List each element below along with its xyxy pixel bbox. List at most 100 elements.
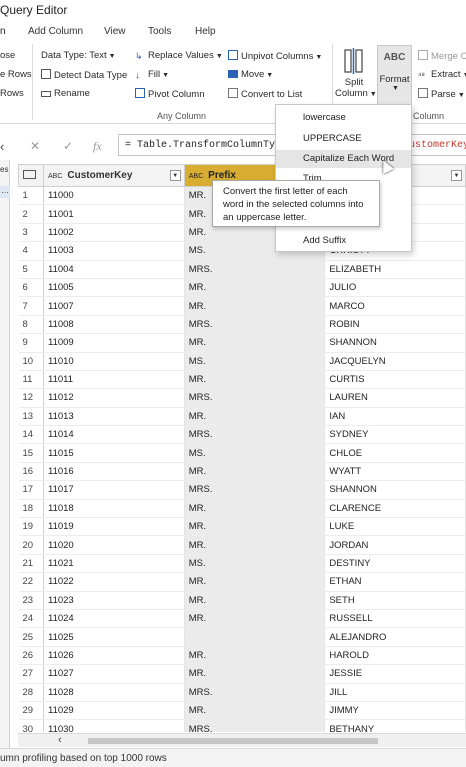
cell-prefix[interactable]: MR. bbox=[184, 609, 326, 629]
ribbon-cut-3[interactable]: Rows bbox=[0, 88, 24, 99]
queries-pane-collapsed[interactable]: es … bbox=[0, 160, 10, 750]
row-number[interactable]: 4 bbox=[18, 241, 44, 261]
cell-customerkey[interactable]: 11029 bbox=[43, 701, 185, 721]
table-row[interactable]: 7 11007 MR. MARCO bbox=[18, 296, 466, 316]
table-row[interactable]: 12 11012 MRS. LAUREN bbox=[18, 388, 466, 408]
cell-customerkey[interactable]: 11019 bbox=[43, 517, 185, 537]
cell-firstname[interactable]: SYDNEY bbox=[324, 425, 466, 445]
ribbon-cut-1[interactable]: ose bbox=[0, 50, 15, 61]
convert-to-list-button[interactable]: Convert to List bbox=[228, 88, 302, 100]
cell-firstname[interactable]: ELIZABETH bbox=[324, 260, 466, 279]
cell-customerkey[interactable]: 11014 bbox=[43, 425, 185, 445]
row-number[interactable]: 29 bbox=[18, 701, 44, 721]
cell-prefix[interactable]: MRS. bbox=[184, 425, 326, 445]
row-number[interactable]: 30 bbox=[18, 719, 44, 732]
tab-transform[interactable]: n bbox=[0, 26, 6, 37]
cell-customerkey[interactable]: 11026 bbox=[43, 646, 185, 666]
row-number[interactable]: 5 bbox=[18, 260, 44, 279]
row-number[interactable]: 12 bbox=[18, 388, 44, 408]
table-row[interactable]: 14 11014 MRS. SYDNEY bbox=[18, 425, 466, 445]
cell-customerkey[interactable]: 11021 bbox=[43, 554, 185, 574]
cell-firstname[interactable]: WYATT bbox=[324, 462, 466, 482]
row-number[interactable]: 10 bbox=[18, 352, 44, 371]
row-number[interactable]: 1 bbox=[18, 186, 44, 206]
table-row[interactable]: 27 11027 MR. JESSIE bbox=[18, 664, 466, 684]
table-row[interactable]: 24 11024 MR. RUSSELL bbox=[18, 609, 466, 629]
cell-firstname[interactable]: JESSIE bbox=[324, 664, 466, 684]
cell-customerkey[interactable]: 11016 bbox=[43, 462, 185, 482]
row-number[interactable]: 18 bbox=[18, 499, 44, 519]
cell-firstname[interactable]: RUSSELL bbox=[324, 609, 466, 629]
scrollbar-thumb[interactable] bbox=[88, 738, 378, 744]
cell-prefix[interactable]: MR. bbox=[184, 701, 326, 721]
row-number[interactable]: 22 bbox=[18, 572, 44, 592]
split-column-button[interactable]: Split Column ▼ bbox=[335, 48, 377, 108]
cell-customerkey[interactable]: 11022 bbox=[43, 572, 185, 592]
cell-firstname[interactable]: CHLOE bbox=[324, 443, 466, 463]
menu-item-uppercase[interactable]: UPPERCASE bbox=[276, 130, 411, 148]
cell-firstname[interactable]: HAROLD bbox=[324, 646, 466, 666]
cell-firstname[interactable]: SHANNON bbox=[324, 480, 466, 500]
cell-customerkey[interactable]: 11001 bbox=[43, 204, 185, 224]
cell-customerkey[interactable]: 11018 bbox=[43, 499, 185, 519]
cell-prefix[interactable] bbox=[184, 627, 326, 647]
menu-item-lowercase[interactable]: lowercase bbox=[276, 109, 411, 127]
cell-firstname[interactable]: LUKE bbox=[324, 517, 466, 537]
cell-firstname[interactable]: BETHANY bbox=[324, 719, 466, 732]
cell-firstname[interactable]: MARCO bbox=[324, 296, 466, 316]
table-row[interactable]: 17 11017 MRS. SHANNON bbox=[18, 480, 466, 500]
row-number[interactable]: 27 bbox=[18, 664, 44, 684]
cell-customerkey[interactable]: 11030 bbox=[43, 719, 185, 732]
filter-dropdown-icon[interactable]: ▼ bbox=[169, 170, 181, 181]
column-header-customerkey[interactable]: ABC CustomerKey ▼ bbox=[42, 164, 185, 187]
table-row[interactable]: 26 11026 MR. HAROLD bbox=[18, 646, 466, 666]
horizontal-scrollbar[interactable]: ‹ bbox=[18, 733, 466, 747]
cell-prefix[interactable]: MR. bbox=[184, 499, 326, 519]
cell-customerkey[interactable]: 11002 bbox=[43, 223, 185, 243]
cell-customerkey[interactable]: 11027 bbox=[43, 664, 185, 684]
table-row[interactable]: 16 11016 MR. WYATT bbox=[18, 462, 466, 482]
menu-item-add-suffix[interactable]: Add Suffix bbox=[276, 232, 411, 250]
cell-prefix[interactable]: MRS. bbox=[184, 480, 326, 500]
table-row[interactable]: 5 11004 MRS. ELIZABETH bbox=[18, 260, 466, 279]
merge-columns-button[interactable]: Merge C bbox=[418, 50, 466, 62]
row-number[interactable]: 21 bbox=[18, 554, 44, 574]
row-number[interactable]: 14 bbox=[18, 425, 44, 445]
move-button[interactable]: Move ▼ bbox=[228, 69, 273, 80]
cell-firstname[interactable]: ROBIN bbox=[324, 315, 466, 335]
table-row[interactable]: 30 11030 MRS. BETHANY bbox=[18, 719, 466, 732]
text-type-icon[interactable]: ABC bbox=[48, 173, 62, 180]
extract-button[interactable]: ⁴⁸ Extract▼ bbox=[418, 69, 466, 81]
row-number[interactable]: 17 bbox=[18, 480, 44, 500]
cell-firstname[interactable]: CLARENCE bbox=[324, 499, 466, 519]
replace-values-button[interactable]: ↳ Replace Values ▼ bbox=[135, 50, 223, 61]
cell-prefix[interactable]: MR. bbox=[184, 646, 326, 666]
cell-firstname[interactable]: IAN bbox=[324, 407, 466, 427]
filter-dropdown-icon[interactable]: ▼ bbox=[451, 170, 462, 181]
cell-firstname[interactable]: JORDAN bbox=[324, 535, 466, 555]
pivot-column-button[interactable]: Pivot Column bbox=[135, 88, 205, 100]
cell-prefix[interactable]: MS. bbox=[184, 554, 326, 574]
row-number[interactable]: 7 bbox=[18, 296, 44, 316]
cell-customerkey[interactable]: 11024 bbox=[43, 609, 185, 629]
cell-customerkey[interactable]: 11003 bbox=[43, 241, 185, 261]
cell-prefix[interactable]: MR. bbox=[184, 333, 326, 353]
row-number[interactable]: 3 bbox=[18, 223, 44, 243]
select-all-corner[interactable] bbox=[18, 164, 44, 187]
row-number[interactable]: 8 bbox=[18, 315, 44, 335]
cell-customerkey[interactable]: 11008 bbox=[43, 315, 185, 335]
tab-help[interactable]: Help bbox=[195, 26, 216, 37]
row-number[interactable]: 2 bbox=[18, 204, 44, 224]
cell-prefix[interactable]: MR. bbox=[184, 664, 326, 684]
tab-tools[interactable]: Tools bbox=[148, 26, 171, 37]
cell-customerkey[interactable]: 11015 bbox=[43, 443, 185, 463]
row-number[interactable]: 28 bbox=[18, 683, 44, 702]
cell-firstname[interactable]: JACQUELYN bbox=[324, 352, 466, 371]
cell-customerkey[interactable]: 11007 bbox=[43, 296, 185, 316]
cell-customerkey[interactable]: 11025 bbox=[43, 627, 185, 647]
cell-firstname[interactable]: JULIO bbox=[324, 278, 466, 298]
table-row[interactable]: 6 11005 MR. JULIO bbox=[18, 278, 466, 298]
row-number[interactable]: 23 bbox=[18, 591, 44, 610]
table-row[interactable]: 25 11025 ALEJANDRO bbox=[18, 627, 466, 647]
cell-customerkey[interactable]: 11004 bbox=[43, 260, 185, 279]
